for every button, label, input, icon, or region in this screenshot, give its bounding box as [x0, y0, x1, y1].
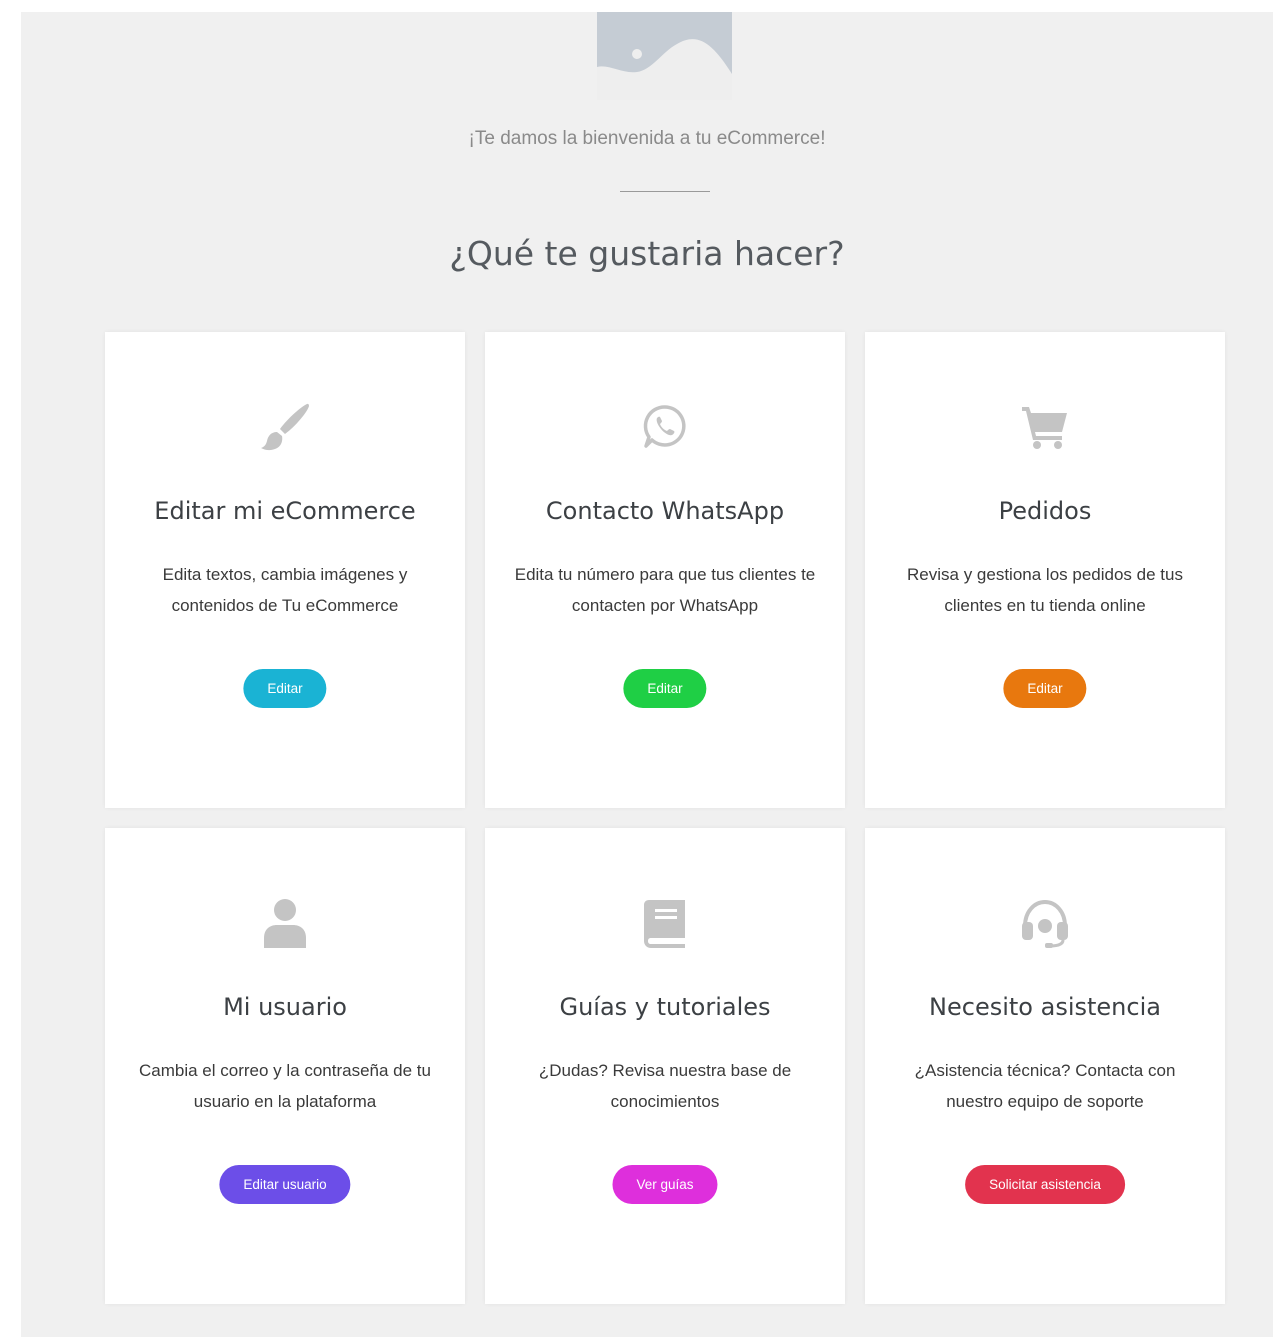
card-title: Mi usuario [223, 993, 347, 1021]
page-background: ¡Te damos la bienvenida a tu eCommerce! … [21, 12, 1273, 1337]
page-heading: ¿Qué te gustaria hacer? [449, 234, 845, 273]
edit-ecommerce-button[interactable]: Editar [243, 669, 327, 708]
request-support-button[interactable]: Solicitar asistencia [965, 1165, 1125, 1204]
shopping-cart-icon [865, 397, 1225, 457]
view-guides-button[interactable]: Ver guías [612, 1165, 718, 1204]
card-description: Cambia el correo y la contraseña de tu u… [139, 1061, 431, 1111]
book-icon [485, 893, 845, 953]
card-description: Edita textos, cambia imágenes y contenid… [162, 565, 408, 615]
card-description: ¿Asistencia técnica? Contacta con nuestr… [914, 1061, 1176, 1111]
divider [620, 191, 710, 192]
card-title: Contacto WhatsApp [545, 497, 785, 525]
card-title: Pedidos [998, 497, 1092, 525]
card-description: Revisa y gestiona los pedidos de tus cli… [907, 565, 1183, 615]
paintbrush-icon [105, 397, 465, 457]
card-whatsapp-contact: Contacto WhatsApp Edita tu número para q… [485, 332, 845, 808]
edit-orders-button[interactable]: Editar [1003, 669, 1087, 708]
user-icon [105, 893, 465, 953]
card-guides: Guías y tutoriales ¿Dudas? Revisa nuestr… [485, 828, 845, 1304]
headset-icon [865, 893, 1225, 953]
card-orders: Pedidos Revisa y gestiona los pedidos de… [865, 332, 1225, 808]
edit-whatsapp-button[interactable]: Editar [623, 669, 707, 708]
welcome-message: ¡Te damos la bienvenida a tu eCommerce! [468, 128, 826, 149]
card-title: Necesito asistencia [929, 993, 1161, 1021]
card-title: Guías y tutoriales [559, 993, 771, 1021]
card-description: Edita tu número para que tus clientes te… [514, 565, 816, 615]
card-title: Editar mi eCommerce [154, 497, 416, 525]
edit-user-button[interactable]: Editar usuario [219, 1165, 351, 1204]
card-description: ¿Dudas? Revisa nuestra base de conocimie… [538, 1061, 792, 1111]
whatsapp-icon [485, 397, 845, 457]
card-edit-ecommerce: Editar mi eCommerce Edita textos, cambia… [105, 332, 465, 808]
card-my-user: Mi usuario Cambia el correo y la contras… [105, 828, 465, 1304]
card-support: Necesito asistencia ¿Asistencia técnica?… [865, 828, 1225, 1304]
image-placeholder-icon [597, 12, 732, 100]
